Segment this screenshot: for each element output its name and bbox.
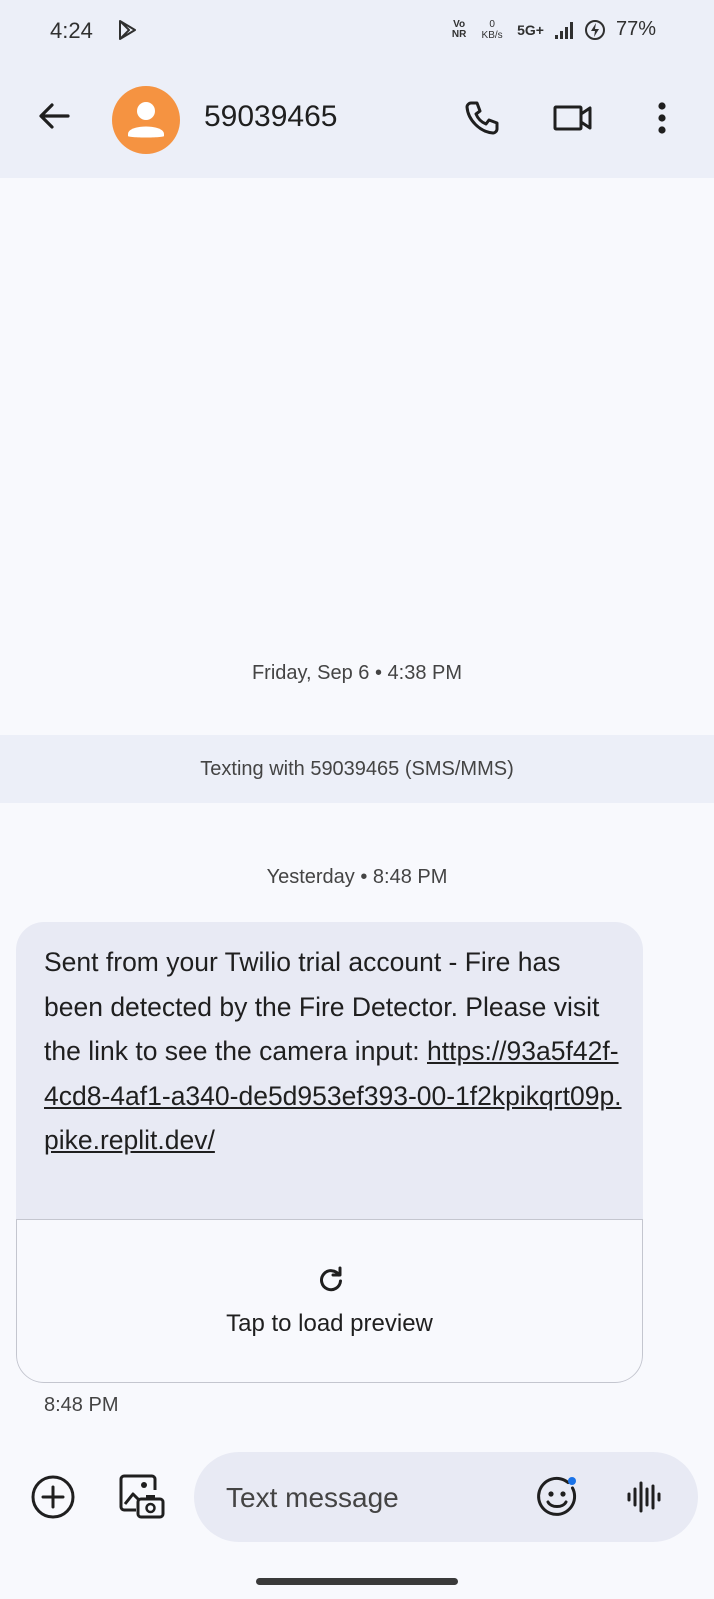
network-speed: 0 KB/s: [477, 19, 507, 41]
date-divider: Yesterday • 8:48 PM: [266, 866, 448, 888]
texting-mode-banner: Texting with 59039465 (SMS/MMS): [0, 735, 714, 803]
audio-waveform-icon: [627, 1481, 661, 1513]
emoji-button[interactable]: [536, 1476, 578, 1518]
refresh-icon: [317, 1266, 345, 1294]
more-options-button[interactable]: [648, 98, 676, 138]
person-icon: [128, 102, 164, 138]
load-preview-label: Tap to load preview: [226, 1310, 433, 1337]
back-arrow-icon: [39, 103, 70, 129]
volte-top-label: Vo: [453, 18, 466, 30]
date-divider: Friday, Sep 6 • 4:38 PM: [251, 662, 463, 684]
video-call-button[interactable]: [552, 98, 594, 138]
status-indicators: Vo NR 0 KB/s 5G+ 77%: [451, 18, 656, 41]
messages-screen: 4:24 Vo NR 0 KB/s 5G+ 77% 59039465 Frida…: [0, 0, 714, 1599]
volte-bottom-label: NR: [451, 28, 467, 40]
navigation-gesture-bar[interactable]: [256, 1578, 458, 1585]
attach-button[interactable]: [30, 1474, 76, 1520]
volte-indicator: Vo NR: [451, 18, 467, 40]
battery-saver-icon: [584, 19, 606, 41]
play-store-icon: [116, 19, 138, 41]
emoji-icon: [537, 1477, 577, 1516]
gallery-camera-button[interactable]: [118, 1472, 166, 1520]
message-timestamp: 8:48 PM: [44, 1394, 119, 1416]
status-bar: 4:24 Vo NR 0 KB/s 5G+ 77%: [0, 0, 714, 62]
texting-mode-text: Texting with 59039465 (SMS/MMS): [200, 757, 514, 780]
back-button[interactable]: [34, 96, 74, 136]
network-type: 5G+: [517, 21, 544, 38]
signal-icon: [554, 21, 574, 39]
gallery-camera-icon: [119, 1474, 165, 1519]
link-preview-card[interactable]: Tap to load preview: [16, 1219, 643, 1383]
more-vertical-icon: [658, 102, 666, 134]
video-camera-icon: [553, 105, 592, 131]
message-input[interactable]: [224, 1452, 508, 1544]
voice-call-button[interactable]: [462, 98, 502, 138]
contact-name[interactable]: 59039465: [204, 100, 337, 134]
status-time: 4:24: [50, 18, 93, 43]
compose-field[interactable]: [194, 1452, 698, 1544]
network-speed-value: 0: [489, 18, 495, 30]
network-speed-unit: KB/s: [481, 29, 503, 41]
battery-percent: 77%: [615, 18, 656, 40]
incoming-message-bubble[interactable]: Sent from your Twilio trial account - Fi…: [16, 922, 643, 1383]
add-circle-icon: [31, 1475, 75, 1519]
contact-avatar[interactable]: [112, 86, 180, 154]
phone-icon: [465, 101, 499, 135]
conversation-app-bar: 59039465: [0, 62, 714, 178]
voice-message-button[interactable]: [626, 1478, 662, 1516]
message-body: Sent from your Twilio trial account - Fi…: [44, 940, 624, 1163]
